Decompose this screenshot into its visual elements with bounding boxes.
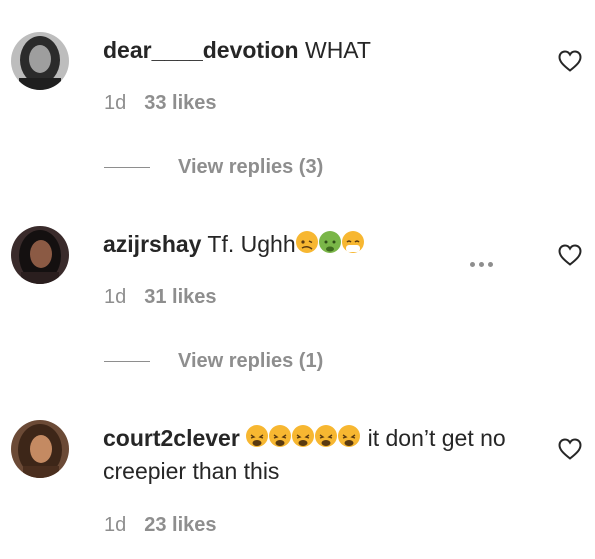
username-link[interactable]: court2clever — [103, 425, 240, 451]
likes-count[interactable]: 23 likes — [144, 514, 216, 536]
more-options-icon[interactable] — [470, 254, 498, 267]
weary-face-icon — [338, 425, 361, 447]
likes-count[interactable]: 31 likes — [144, 286, 216, 308]
comment-body: dear____devotion WHAT — [103, 34, 523, 67]
timestamp: 1d — [104, 514, 127, 536]
avatar[interactable] — [11, 32, 69, 90]
username-link[interactable]: dear____devotion — [103, 37, 299, 63]
comment-body: court2clever it don’t get no creepier th… — [103, 422, 523, 488]
weary-face-icon — [315, 425, 338, 447]
heart-outline-icon[interactable] — [558, 50, 582, 72]
nauseated-face-icon — [318, 231, 341, 253]
view-replies-label[interactable]: View replies (1) — [178, 350, 323, 372]
avatar[interactable] — [11, 420, 69, 478]
comment-body: azijrshay Tf. Ughh — [103, 228, 523, 261]
username-link[interactable]: azijrshay — [103, 231, 201, 257]
comment-meta: 1d 31 likes — [104, 286, 217, 309]
weary-face-icon — [269, 425, 292, 447]
view-replies-label[interactable]: View replies (3) — [178, 156, 323, 178]
comment-meta: 1d 23 likes — [104, 514, 217, 537]
woozy-face-icon — [295, 231, 318, 253]
heart-outline-icon[interactable] — [558, 438, 582, 460]
comment-text: WHAT — [298, 37, 371, 63]
timestamp: 1d — [104, 92, 127, 114]
replies-divider — [104, 361, 150, 363]
weary-face-icon — [292, 425, 315, 447]
view-replies[interactable]: View replies (3) — [104, 156, 323, 179]
heart-outline-icon[interactable] — [558, 244, 582, 266]
avatar[interactable] — [11, 226, 69, 284]
weary-face-icon — [246, 425, 269, 447]
view-replies[interactable]: View replies (1) — [104, 350, 323, 373]
face-with-medical-mask-icon — [341, 231, 364, 253]
comment-meta: 1d 33 likes — [104, 92, 217, 115]
replies-divider — [104, 167, 150, 169]
timestamp: 1d — [104, 286, 127, 308]
likes-count[interactable]: 33 likes — [144, 92, 216, 114]
comment-text: Tf. Ughh — [201, 231, 296, 257]
